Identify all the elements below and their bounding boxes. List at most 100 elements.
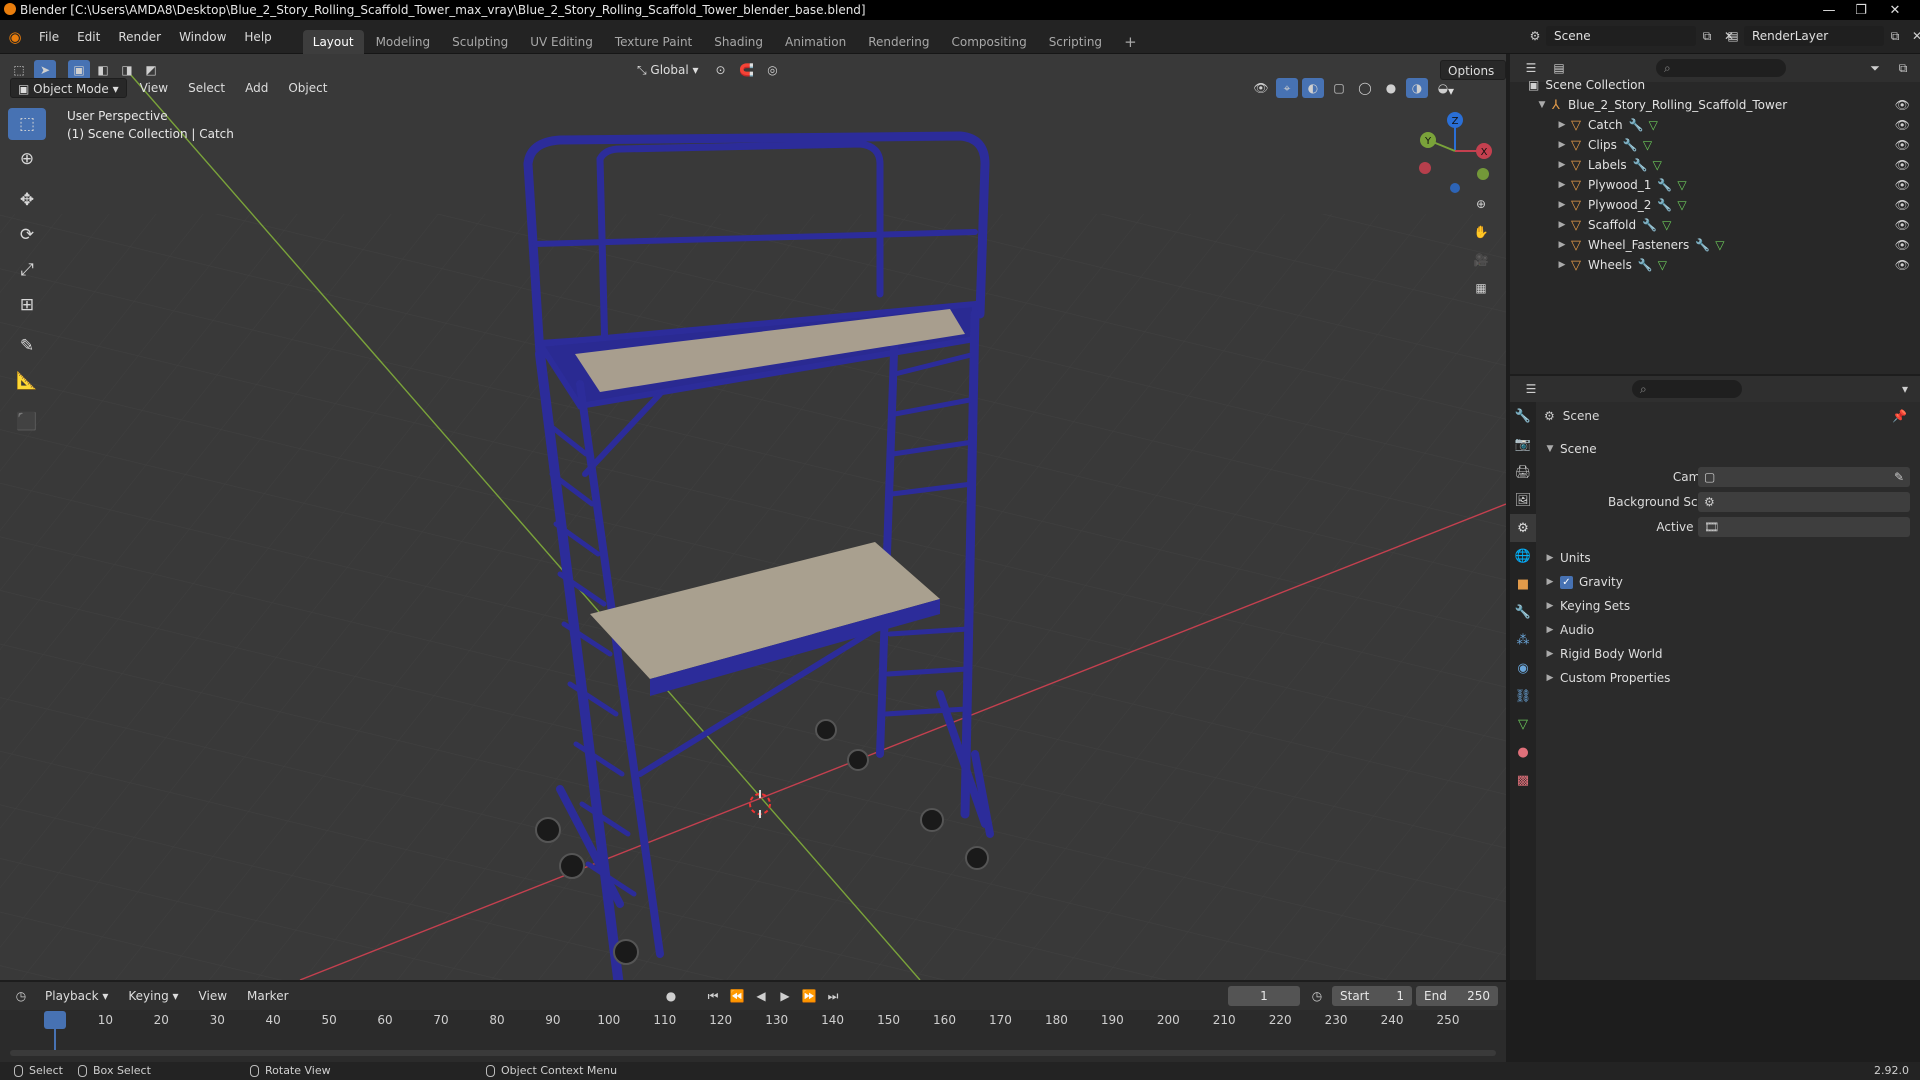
outliner-object-row[interactable]: ▶ ▽ Catch 🔧 ▽ 👁 <box>1510 115 1920 135</box>
visibility-eye-icon[interactable]: 👁 <box>1895 238 1910 252</box>
subpanel-header[interactable]: ▶ Rigid Body World <box>1544 643 1904 665</box>
subpanel-header[interactable]: ▶ Audio <box>1544 619 1904 641</box>
outliner-object-row[interactable]: ▶ ▽ Scaffold 🔧 ▽ 👁 <box>1510 215 1920 235</box>
constraints-tab-icon[interactable]: ⛓ <box>1510 682 1536 710</box>
blender-menu-icon[interactable]: ◉ <box>0 20 30 54</box>
pin-icon[interactable]: 📌 <box>1892 409 1907 423</box>
select-box-tool-icon[interactable]: ⬚ <box>8 108 46 140</box>
menu-render[interactable]: Render <box>109 20 170 54</box>
tab-uv-editing[interactable]: UV Editing <box>520 30 603 54</box>
viewport-menu-view[interactable]: View <box>133 78 175 98</box>
zoom-icon[interactable]: ⊕ <box>1470 194 1492 214</box>
mesh-data-icon[interactable]: ▽ <box>1653 158 1662 172</box>
play-reverse-icon[interactable]: ◀ <box>750 986 772 1006</box>
outliner-object-row[interactable]: ▶ ▽ Wheels 🔧 ▽ 👁 <box>1510 255 1920 275</box>
tab-layout[interactable]: Layout <box>302 29 364 54</box>
tab-compositing[interactable]: Compositing <box>941 30 1036 54</box>
wireframe-shading-icon[interactable]: ◯ <box>1354 78 1376 98</box>
timeline-scrollbar[interactable] <box>10 1050 1496 1056</box>
delete-layer-icon[interactable]: ✕ <box>1906 26 1920 46</box>
maximize-button[interactable]: ❐ <box>1846 0 1876 20</box>
next-keyframe-icon[interactable]: ⏩ <box>798 986 820 1006</box>
properties-search-input[interactable]: ⌕ <box>1632 380 1742 398</box>
collapse-triangle-icon[interactable]: ▼ <box>1536 100 1548 110</box>
tab-modeling[interactable]: Modeling <box>366 30 441 54</box>
eyedropper-icon[interactable]: ✎ <box>1894 470 1904 484</box>
subpanel-header[interactable]: ▶ Custom Properties <box>1544 667 1904 689</box>
ortho-grid-icon[interactable]: ▦ <box>1470 278 1492 298</box>
gizmo-toggle-icon[interactable]: ⌖ <box>1276 78 1298 98</box>
expand-triangle-icon[interactable]: ▶ <box>1556 220 1568 230</box>
measure-tool-icon[interactable]: 📐 <box>8 365 46 397</box>
subpanel-header[interactable]: ▶ Keying Sets <box>1544 595 1904 617</box>
record-icon[interactable]: ● <box>660 986 682 1006</box>
expand-triangle-icon[interactable]: ▶ <box>1556 140 1568 150</box>
modifier-icon[interactable]: 🔧 <box>1633 158 1648 172</box>
expand-triangle-icon[interactable]: ▶ <box>1556 260 1568 270</box>
render-tab-icon[interactable]: 📷 <box>1510 430 1536 458</box>
visibility-eye-icon[interactable]: 👁 <box>1895 98 1910 112</box>
3d-viewport[interactable]: Z X Y ⊕ ✋ 🎥 ▦ <box>0 54 1506 980</box>
preview-range-icon[interactable]: ◷ <box>1306 986 1328 1006</box>
minimize-button[interactable]: — <box>1814 0 1844 20</box>
modifier-icon[interactable]: 🔧 <box>1642 218 1657 232</box>
new-layer-icon[interactable]: ⧉ <box>1884 26 1906 46</box>
expand-triangle-icon[interactable]: ▶ <box>1556 120 1568 130</box>
new-scene-icon[interactable]: ⧉ <box>1696 26 1718 46</box>
visibility-eye-icon[interactable]: 👁 <box>1895 138 1910 152</box>
marker-menu[interactable]: Marker <box>240 986 295 1006</box>
subpanel-header[interactable]: ▶ ✓ Gravity <box>1544 571 1904 593</box>
property-field-input[interactable]: ▢ ✎ <box>1698 467 1910 487</box>
jump-end-icon[interactable]: ⏭ <box>822 986 844 1006</box>
properties-editor-type-icon[interactable]: ☰ <box>1520 379 1542 399</box>
menu-window[interactable]: Window <box>170 20 235 54</box>
data-tab-icon[interactable]: ▽ <box>1510 710 1536 738</box>
scene-selector[interactable]: ⚙ Scene ⧉ ✕ <box>1524 26 1740 46</box>
outliner-object-row[interactable]: ▶ ▽ Labels 🔧 ▽ 👁 <box>1510 155 1920 175</box>
property-field-input[interactable]: 🎞 <box>1698 517 1910 537</box>
end-frame-field[interactable]: End 250 <box>1416 986 1498 1006</box>
visibility-eye-icon[interactable]: 👁 <box>1895 218 1910 232</box>
tab-animation[interactable]: Animation <box>775 30 856 54</box>
visibility-eye-icon[interactable]: 👁 <box>1895 118 1910 132</box>
visibility-eye-icon[interactable]: 👁 <box>1895 258 1910 272</box>
material-tab-icon[interactable]: ● <box>1510 738 1536 766</box>
menu-help[interactable]: Help <box>235 20 280 54</box>
mesh-data-icon[interactable]: ▽ <box>1658 258 1667 272</box>
mesh-data-icon[interactable]: ▽ <box>1715 238 1724 252</box>
pan-hand-icon[interactable]: ✋ <box>1470 222 1492 242</box>
camera-view-icon[interactable]: 🎥 <box>1470 250 1492 270</box>
visibility-eye-icon[interactable]: 👁 <box>1895 158 1910 172</box>
jump-start-icon[interactable]: ⏮ <box>702 986 724 1006</box>
texture-tab-icon[interactable]: ▩ <box>1510 766 1536 794</box>
xray-icon[interactable]: ▢ <box>1328 78 1350 98</box>
modifier-icon[interactable]: 🔧 <box>1638 258 1653 272</box>
object-tab-icon[interactable]: ■ <box>1510 570 1536 598</box>
outliner-collection-row[interactable]: ▼ ⅄ Blue_2_Story_Rolling_Scaffold_Tower … <box>1510 95 1920 115</box>
render-layer-field[interactable]: RenderLayer <box>1744 26 1884 46</box>
rotate-tool-icon[interactable]: ⟳ <box>8 219 46 251</box>
overlay-toggle-icon[interactable]: ◐ <box>1302 78 1324 98</box>
transform-tool-icon[interactable]: ⊞ <box>8 289 46 321</box>
properties-options-icon[interactable]: ▾ <box>1894 379 1916 399</box>
play-icon[interactable]: ▶ <box>774 986 796 1006</box>
prev-keyframe-icon[interactable]: ⏪ <box>726 986 748 1006</box>
output-tab-icon[interactable]: 🖨 <box>1510 458 1536 486</box>
physics-tab-icon[interactable]: ◉ <box>1510 654 1536 682</box>
property-field-input[interactable]: ⚙ <box>1698 492 1910 512</box>
playback-menu[interactable]: Playback ▾ <box>38 986 115 1006</box>
expand-triangle-icon[interactable]: ▶ <box>1556 240 1568 250</box>
mode-dropdown[interactable]: ▣ Object Mode ▾ <box>10 78 127 98</box>
visibility-eye-icon[interactable]: 👁 <box>1895 178 1910 192</box>
scale-tool-icon[interactable]: ⤢ <box>8 254 46 286</box>
modifier-icon[interactable]: 🔧 <box>1657 178 1672 192</box>
menu-edit[interactable]: Edit <box>68 20 109 54</box>
playhead-marker[interactable] <box>44 1011 66 1029</box>
outliner-object-row[interactable]: ▶ ▽ Plywood_1 🔧 ▽ 👁 <box>1510 175 1920 195</box>
start-frame-field[interactable]: Start 1 <box>1332 986 1412 1006</box>
scene-tab-icon[interactable]: ⚙ <box>1510 514 1536 542</box>
outliner-scene-collection[interactable]: ▣ Scene Collection <box>1510 75 1920 95</box>
modifier-icon[interactable]: 🔧 <box>1657 198 1672 212</box>
mesh-data-icon[interactable]: ▽ <box>1643 138 1652 152</box>
mesh-data-icon[interactable]: ▽ <box>1677 198 1686 212</box>
